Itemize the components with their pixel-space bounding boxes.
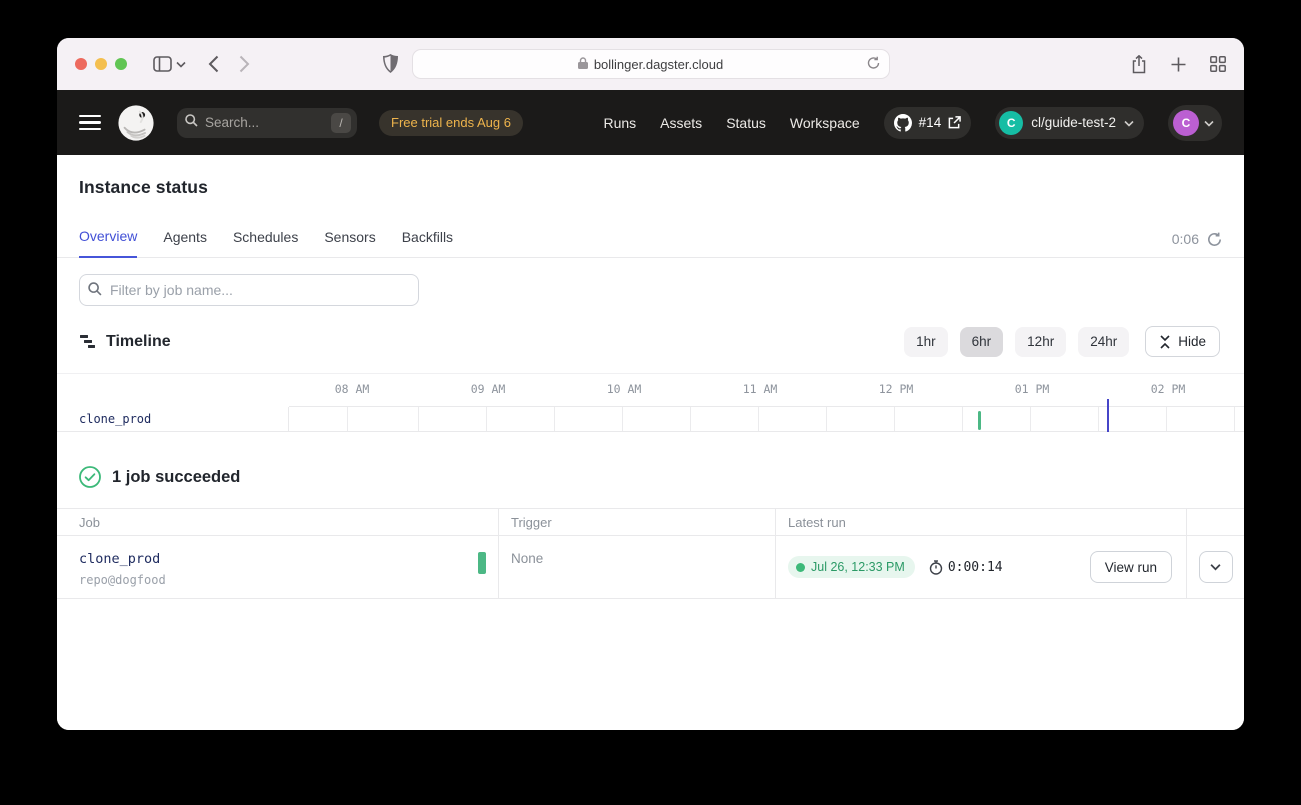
- timeline-row-label[interactable]: clone_prod: [57, 407, 289, 431]
- tab-agents[interactable]: Agents: [163, 229, 207, 257]
- browser-toolbar: bollinger.dagster.cloud: [57, 38, 1244, 90]
- row-actions-button[interactable]: [1199, 551, 1233, 583]
- timeline-title: Timeline: [106, 333, 171, 351]
- nav-workspace[interactable]: Workspace: [790, 115, 860, 131]
- chevron-down-icon: [1210, 563, 1221, 571]
- search-icon: [88, 282, 102, 301]
- lock-icon: [578, 57, 588, 72]
- trial-badge[interactable]: Free trial ends Aug 6: [379, 110, 523, 136]
- job-name-link[interactable]: clone_prod: [79, 551, 498, 567]
- jobs-section-title: 1 job succeeded: [112, 468, 240, 487]
- jobs-section-header: 1 job succeeded: [79, 466, 1244, 488]
- gantt-icon: [79, 333, 96, 350]
- range-1hr-button[interactable]: 1hr: [904, 327, 948, 357]
- check-circle-icon: [79, 466, 101, 488]
- tab-backfills[interactable]: Backfills: [402, 229, 453, 257]
- timeline-chart: 08 AM 09 AM 10 AM 11 AM 12 PM 01 PM 02 P…: [57, 373, 1244, 432]
- chevron-down-icon: [1204, 114, 1214, 132]
- axis-tick: 12 PM: [879, 382, 914, 396]
- search-icon: [185, 114, 198, 132]
- nav-status[interactable]: Status: [726, 115, 766, 131]
- view-run-button[interactable]: View run: [1090, 551, 1172, 583]
- new-tab-icon[interactable]: [1171, 57, 1186, 72]
- run-duration: 0:00:14: [948, 560, 1003, 575]
- sidebar-chevron-icon[interactable]: [176, 61, 186, 68]
- tab-schedules[interactable]: Schedules: [233, 229, 298, 257]
- axis-tick: 08 AM: [335, 382, 370, 396]
- privacy-shield-icon[interactable]: [383, 54, 398, 78]
- tab-bar: Overview Agents Schedules Sensors Backfi…: [57, 222, 1244, 258]
- menu-icon[interactable]: [79, 115, 101, 131]
- github-icon: [894, 114, 912, 132]
- forward-button[interactable]: [239, 55, 250, 73]
- timeline-row-track[interactable]: [289, 407, 1244, 431]
- address-bar[interactable]: bollinger.dagster.cloud: [412, 49, 890, 79]
- browser-window: bollinger.dagster.cloud: [57, 38, 1244, 730]
- column-header-latest-run: Latest run: [776, 509, 1187, 535]
- column-header-job: Job: [57, 509, 499, 535]
- traffic-lights: [75, 58, 127, 70]
- trigger-cell: None: [499, 536, 776, 598]
- jobs-table: Job Trigger Latest run clone_prod repo@d…: [57, 508, 1244, 599]
- instance-status-page: Instance status Overview Agents Schedule…: [57, 155, 1244, 730]
- search-input[interactable]: [205, 115, 331, 130]
- search-shortcut-key: /: [331, 113, 351, 133]
- tab-overview[interactable]: Overview: [79, 228, 137, 258]
- range-12hr-button[interactable]: 12hr: [1015, 327, 1066, 357]
- close-window-button[interactable]: [75, 58, 87, 70]
- dagster-logo[interactable]: [117, 104, 155, 142]
- page-title: Instance status: [57, 155, 1244, 198]
- column-header-actions: [1187, 509, 1244, 535]
- job-status-bar[interactable]: [478, 552, 486, 574]
- nav-assets[interactable]: Assets: [660, 115, 702, 131]
- range-6hr-button[interactable]: 6hr: [960, 327, 1004, 357]
- sidebar-toggle-icon[interactable]: [153, 56, 172, 72]
- minimize-window-button[interactable]: [95, 58, 107, 70]
- timeline-axis: 08 AM 09 AM 10 AM 11 AM 12 PM 01 PM 02 P…: [289, 374, 1244, 407]
- table-header-row: Job Trigger Latest run: [57, 508, 1244, 536]
- url-text: bollinger.dagster.cloud: [594, 57, 723, 72]
- refresh-icon[interactable]: [1207, 232, 1222, 247]
- success-dot-icon: [796, 563, 805, 572]
- user-menu[interactable]: C: [1168, 105, 1222, 141]
- timeline-row-clone-prod: clone_prod: [57, 407, 1244, 432]
- hide-timeline-button[interactable]: Hide: [1145, 326, 1220, 357]
- app-header: / Free trial ends Aug 6 Runs Assets Stat…: [57, 90, 1244, 155]
- github-pr-link[interactable]: #14: [884, 107, 972, 139]
- tab-overview-icon[interactable]: [1210, 56, 1226, 72]
- user-avatar: C: [1173, 110, 1199, 136]
- deployment-avatar: C: [999, 111, 1023, 135]
- reload-icon[interactable]: [867, 56, 880, 73]
- collapse-icon: [1159, 335, 1171, 349]
- table-row: clone_prod repo@dogfood None Jul 26, 12:…: [57, 536, 1244, 599]
- github-pr-number: #14: [919, 115, 942, 130]
- axis-tick: 11 AM: [743, 382, 778, 396]
- stopwatch-icon: [929, 560, 943, 575]
- refresh-countdown: 0:06: [1172, 231, 1199, 247]
- nav-runs[interactable]: Runs: [603, 115, 636, 131]
- axis-tick: 02 PM: [1151, 382, 1186, 396]
- back-button[interactable]: [208, 55, 219, 73]
- column-header-trigger: Trigger: [499, 509, 776, 535]
- axis-tick: 01 PM: [1015, 382, 1050, 396]
- range-24hr-button[interactable]: 24hr: [1078, 327, 1129, 357]
- timeline-header: Timeline 1hr 6hr 12hr 24hr Hide: [57, 326, 1244, 357]
- deployment-name: cl/guide-test-2: [1031, 115, 1116, 130]
- zoom-window-button[interactable]: [115, 58, 127, 70]
- share-icon[interactable]: [1131, 55, 1147, 74]
- external-link-icon: [948, 116, 961, 129]
- global-search[interactable]: /: [177, 108, 357, 138]
- job-filter-input[interactable]: [79, 274, 419, 306]
- job-filter: [79, 274, 419, 306]
- latest-run-cell: Jul 26, 12:33 PM 0:00:14 View run: [776, 536, 1187, 598]
- run-time-badge[interactable]: Jul 26, 12:33 PM: [788, 556, 915, 578]
- axis-tick: 10 AM: [607, 382, 642, 396]
- tab-sensors[interactable]: Sensors: [324, 229, 375, 257]
- axis-tick: 09 AM: [471, 382, 506, 396]
- chevron-down-icon: [1124, 115, 1134, 130]
- job-repo-label: repo@dogfood: [79, 573, 498, 587]
- deployment-switcher[interactable]: C cl/guide-test-2: [995, 107, 1144, 139]
